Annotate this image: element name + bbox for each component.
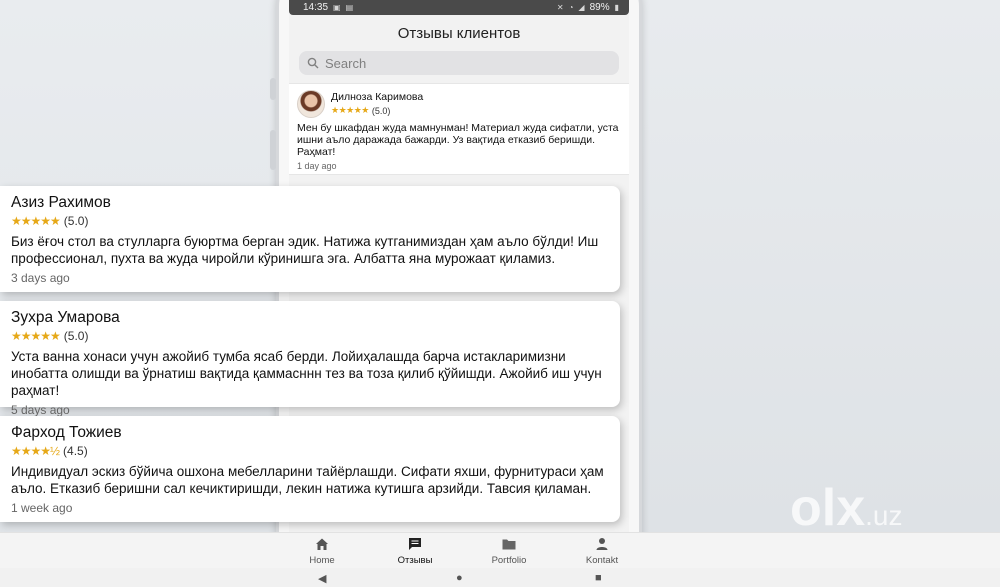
review-card[interactable]: Азиз Рахимов ★★★★★ (5.0) Биз ёғоч стол в…	[0, 186, 620, 292]
chat-icon	[409, 538, 421, 550]
recents-icon[interactable]: ■	[595, 572, 602, 584]
rating-stars: ★★★★★	[11, 329, 61, 343]
back-icon[interactable]: ◀	[318, 572, 326, 585]
rating-value: (5.0)	[371, 105, 391, 116]
review-text: Уста ванна хонаси учун ажойиб тумба ясаб…	[11, 349, 602, 398]
review-text: Биз ёғоч стол ва стулларга буюртма берга…	[11, 234, 599, 266]
avatar	[297, 90, 325, 118]
search-input[interactable]: Search	[325, 56, 366, 71]
nav-contact-label: Kontakt	[585, 555, 619, 566]
review-text: Индивидуал эскиз бўйича ошхона мебеллари…	[11, 464, 604, 496]
status-bar: 14:35 ▣ ▤ ✕ ◔ ◢ 89% ▮	[289, 0, 629, 15]
person-icon	[596, 538, 608, 550]
rating-value: (4.5)	[63, 444, 88, 458]
image-icon: ▣	[333, 3, 341, 12]
volume-down-button	[270, 130, 276, 170]
battery-icon: ▮	[614, 3, 619, 12]
home-circle-icon[interactable]: ●	[456, 572, 463, 584]
rating-stars: ★★★★½	[11, 444, 60, 458]
watermark-brand: olx	[790, 479, 866, 537]
review-text: Мен бу шкафдан жуда мамнунман! Материал …	[297, 122, 619, 158]
sim-icon: ▤	[345, 3, 354, 12]
review-time: 1 day ago	[297, 161, 337, 171]
battery-level: 89%	[589, 2, 610, 13]
nav-home[interactable]: Home	[282, 536, 362, 566]
home-icon	[316, 538, 328, 550]
nav-reviews[interactable]: Отзывы	[375, 536, 455, 566]
nav-portfolio-label: Portfolio	[491, 555, 527, 566]
rating-value: (5.0)	[63, 214, 89, 228]
review-time: 1 week ago	[11, 501, 73, 515]
page-title: Отзывы клиентов	[397, 25, 521, 42]
nav-portfolio[interactable]: Portfolio	[469, 536, 549, 566]
clock: 14:35	[303, 2, 329, 13]
review-time: 3 days ago	[11, 271, 70, 285]
watermark-domain: .uz	[865, 500, 903, 531]
reviewer-name: Фарход Тожиев	[11, 424, 122, 441]
review-time: 5 days ago	[11, 403, 70, 417]
rating-stars: ★★★★★	[331, 105, 369, 115]
mute-icon: ✕	[556, 3, 564, 12]
nav-reviews-label: Отзывы	[397, 555, 433, 566]
review-card[interactable]: Зухра Умарова ★★★★★ (5.0) Уста ванна хон…	[0, 301, 620, 417]
search-bar[interactable]: Search	[299, 51, 619, 75]
review-card[interactable]: Дилноза Каримова ★★★★★ (5.0) Мен бу шкаф…	[289, 83, 629, 175]
reviewer-name: Дилноза Каримова	[331, 91, 424, 103]
search-icon	[307, 57, 319, 69]
system-navigation: ◀ ● ■	[0, 568, 1000, 587]
rating-value: (5.0)	[63, 329, 89, 343]
reviewer-name: Зухра Умарова	[11, 309, 120, 326]
folder-icon	[502, 539, 516, 550]
watermark: olx.uz	[790, 478, 990, 568]
volume-up-button	[270, 78, 276, 100]
nav-home-label: Home	[309, 555, 335, 566]
nav-contact[interactable]: Kontakt	[562, 536, 642, 566]
review-card[interactable]: Фарход Тожиев ★★★★½ (4.5) Индивидуал эск…	[0, 416, 620, 522]
signal-icon: ◢	[578, 3, 585, 12]
rating-stars: ★★★★★	[11, 214, 61, 228]
wifi-icon: ◔	[568, 3, 574, 12]
reviewer-name: Азиз Рахимов	[11, 194, 111, 211]
